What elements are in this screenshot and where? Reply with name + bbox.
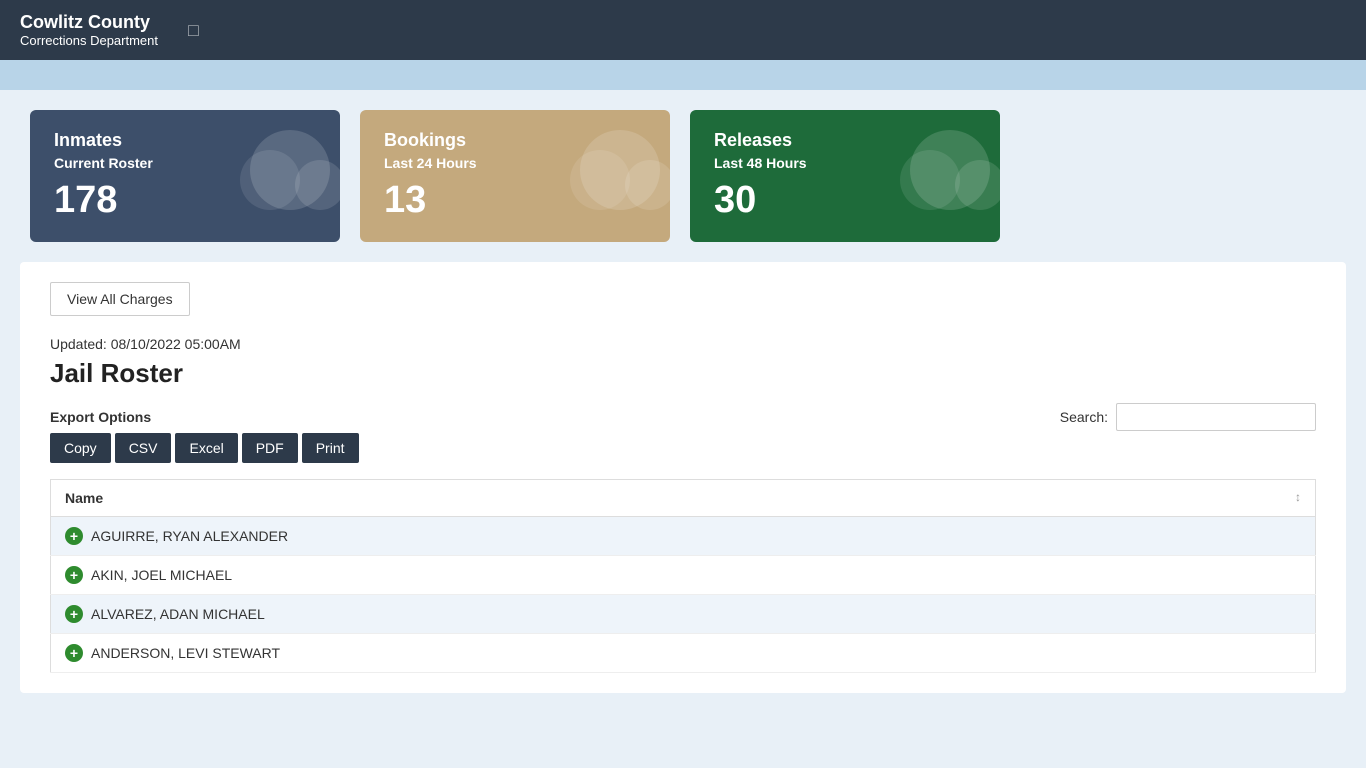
roster-table: Name ↕ +AGUIRRE, RYAN ALEXANDER+AKIN, JO… [50, 479, 1316, 673]
stats-section: Inmates Current Roster 178 Bookings Last… [0, 90, 1366, 262]
stat-card-releases: Releases Last 48 Hours 30 [690, 110, 1000, 242]
main-content: View All Charges Updated: 08/10/2022 05:… [20, 262, 1346, 693]
stat-card-inmates: Inmates Current Roster 178 [30, 110, 340, 242]
search-area: Search: [1060, 403, 1316, 431]
pdf-button[interactable]: PDF [242, 433, 298, 463]
releases-decoration [890, 120, 1000, 220]
export-buttons: Copy CSV Excel PDF Print [50, 433, 359, 463]
csv-button[interactable]: CSV [115, 433, 172, 463]
view-all-charges-button[interactable]: View All Charges [50, 282, 190, 316]
blue-bar [0, 60, 1366, 90]
copy-button[interactable]: Copy [50, 433, 111, 463]
expand-row-icon[interactable]: + [65, 605, 83, 623]
inmates-decoration [230, 120, 340, 220]
search-input[interactable] [1116, 403, 1316, 431]
print-button[interactable]: Print [302, 433, 359, 463]
table-row: +ALVAREZ, ADAN MICHAEL [51, 595, 1316, 634]
expand-row-icon[interactable]: + [65, 527, 83, 545]
expand-row-icon[interactable]: + [65, 566, 83, 584]
header: Cowlitz County Corrections Department □ [0, 0, 1366, 60]
name-column-header[interactable]: Name ↕ [51, 480, 1316, 517]
table-row: +AKIN, JOEL MICHAEL [51, 556, 1316, 595]
updated-text: Updated: 08/10/2022 05:00AM [50, 336, 1316, 352]
bookings-decoration [560, 120, 670, 220]
header-subtitle: Corrections Department [20, 33, 158, 48]
table-row: +AGUIRRE, RYAN ALEXANDER [51, 517, 1316, 556]
expand-icon[interactable]: □ [188, 20, 199, 41]
stat-card-bookings: Bookings Last 24 Hours 13 [360, 110, 670, 242]
search-label: Search: [1060, 409, 1108, 425]
excel-button[interactable]: Excel [175, 433, 237, 463]
expand-row-icon[interactable]: + [65, 644, 83, 662]
jail-roster-title: Jail Roster [50, 358, 1316, 389]
sort-icon[interactable]: ↕ [1295, 490, 1301, 504]
header-title: Cowlitz County [20, 12, 158, 33]
header-branding: Cowlitz County Corrections Department [20, 12, 158, 48]
table-row: +ANDERSON, LEVI STEWART [51, 634, 1316, 673]
